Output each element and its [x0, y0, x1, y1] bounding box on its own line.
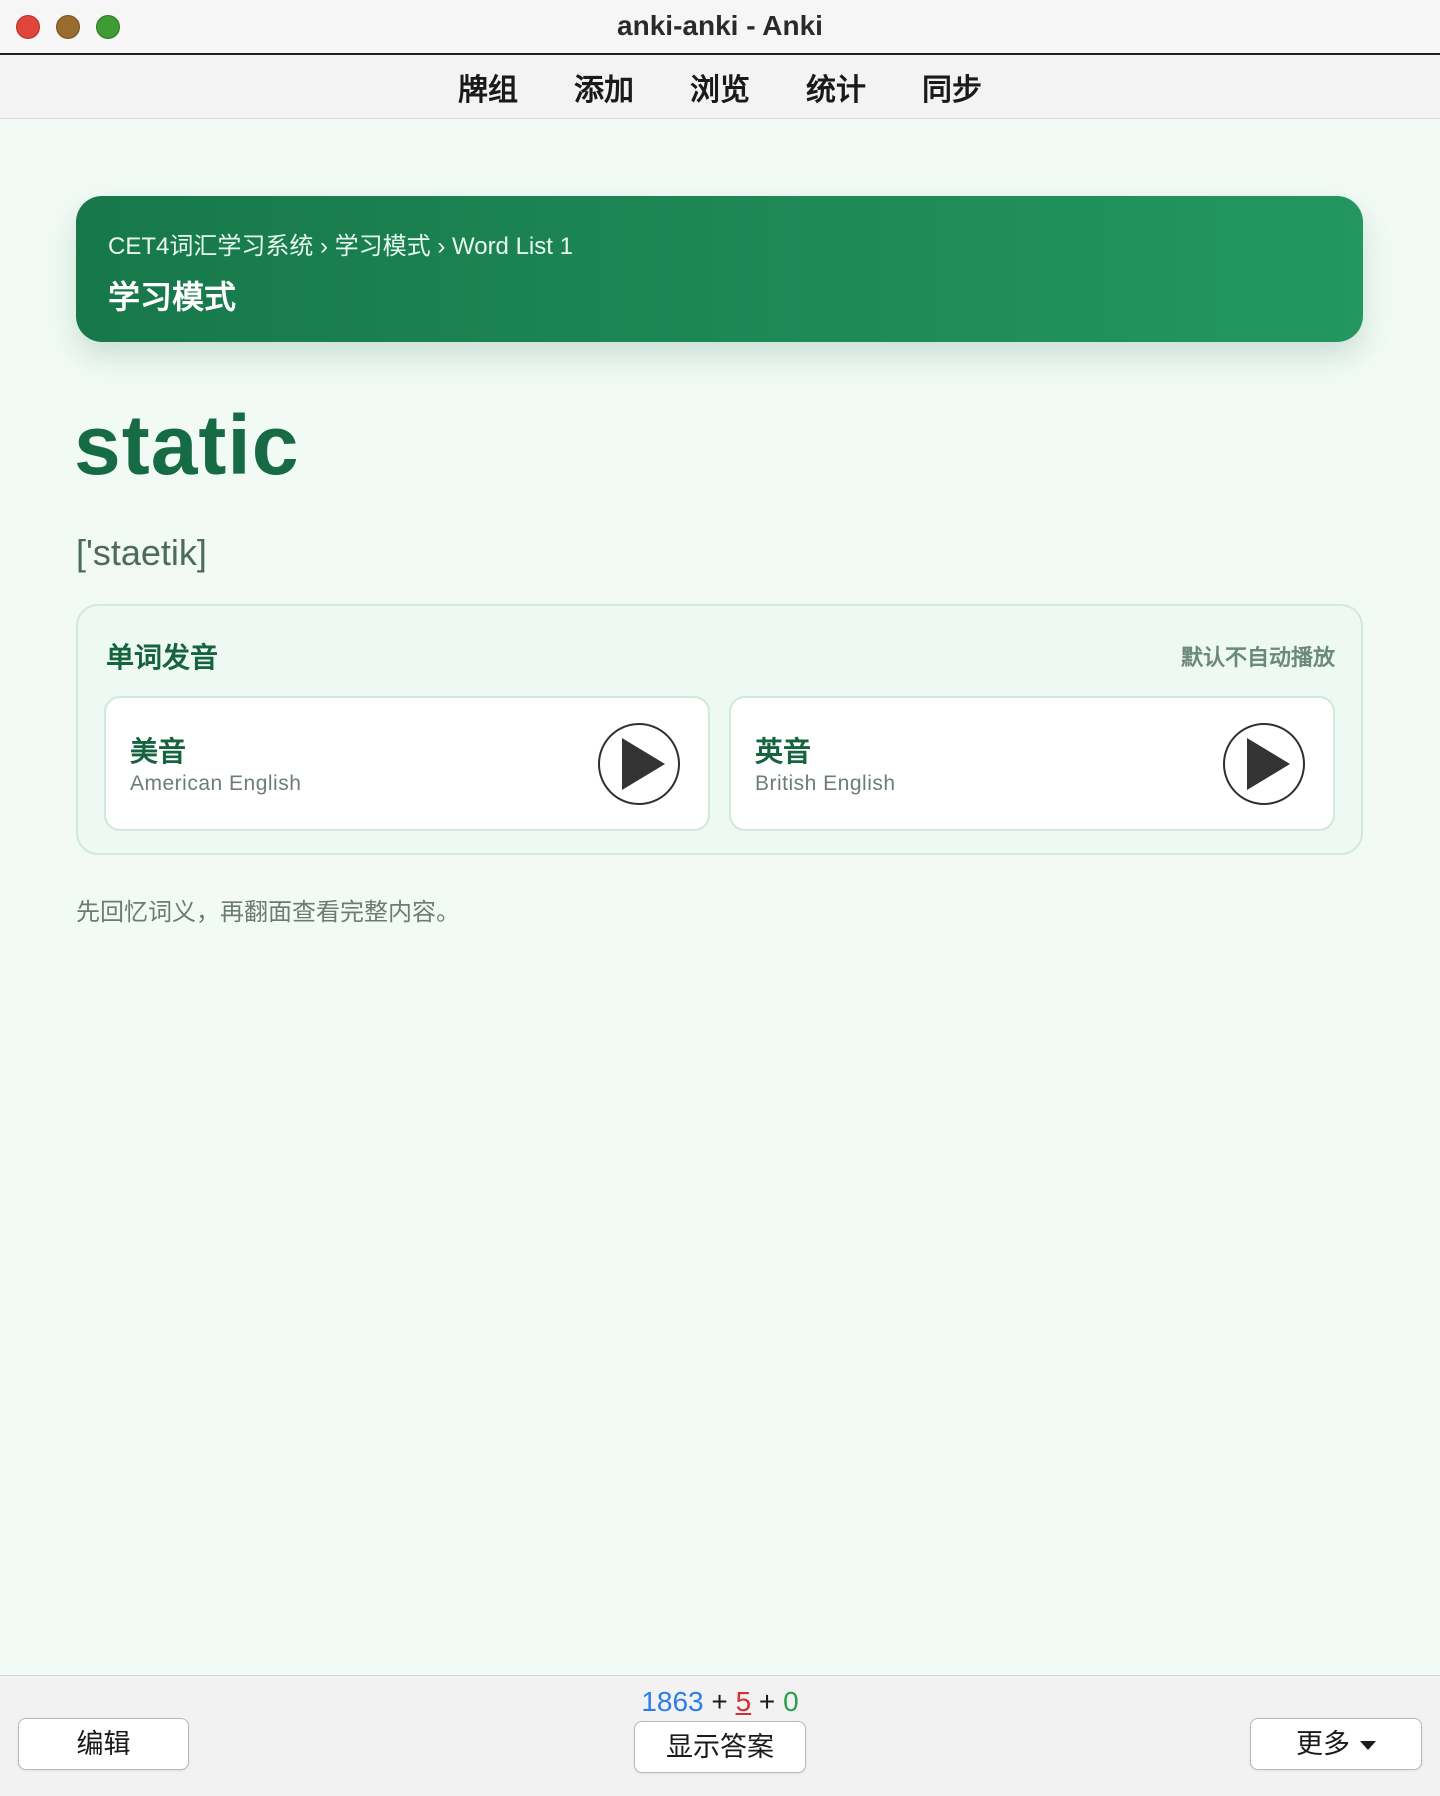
due-counts: 1863 + 5 + 0 [0, 1686, 1440, 1718]
play-icon [622, 738, 665, 790]
count-separator: + [751, 1686, 784, 1717]
main-toolbar: 牌组 添加 浏览 统计 同步 [0, 55, 1440, 119]
recall-hint: 先回忆词义，再翻面查看完整内容。 [76, 899, 460, 926]
voice-name-us: 美音 [130, 736, 187, 767]
header-banner: CET4词汇学习系统 › 学习模式 › Word List 1 学习模式 [76, 196, 1363, 342]
more-label: 更多 [1296, 1729, 1350, 1759]
voice-name-uk: 英音 [755, 736, 812, 767]
word-phonetic: ['staetik] [76, 532, 207, 573]
show-answer-button[interactable]: 显示答案 [634, 1721, 806, 1773]
card-content: CET4词汇学习系统 › 学习模式 › Word List 1 学习模式 sta… [0, 119, 1440, 1675]
nav-stats[interactable]: 统计 [806, 65, 866, 109]
pronunciation-title: 单词发音 [106, 642, 219, 673]
pronunciation-panel: 单词发音 默认不自动播放 美音 American English 英音 Brit… [76, 604, 1363, 855]
review-count: 0 [783, 1686, 799, 1717]
count-separator: + [703, 1686, 736, 1717]
new-count: 1863 [641, 1686, 704, 1717]
word-headword: static [74, 398, 300, 492]
edit-button[interactable]: 编辑 [18, 1718, 189, 1770]
anki-window: anki-anki - Anki 牌组 添加 浏览 统计 同步 CET4词汇学习… [0, 0, 1440, 1796]
window-title: anki-anki - Anki [617, 10, 823, 41]
breadcrumb: CET4词汇学习系统 › 学习模式 › Word List 1 [108, 233, 573, 260]
nav-decks[interactable]: 牌组 [458, 65, 518, 109]
nav-browse[interactable]: 浏览 [690, 65, 750, 109]
bottom-bar: 1863 + 5 + 0 编辑 显示答案 更多 [0, 1675, 1440, 1796]
play-icon [1247, 738, 1290, 790]
voice-sub-us: American English [130, 772, 302, 795]
autoplay-note: 默认不自动播放 [1180, 645, 1335, 670]
page-title: 学习模式 [108, 279, 237, 315]
nav-add[interactable]: 添加 [574, 65, 634, 109]
title-bar: anki-anki - Anki [0, 0, 1440, 55]
voice-card-uk: 英音 British English [729, 696, 1335, 831]
caret-down-icon [1360, 1741, 1376, 1751]
voice-card-us: 美音 American English [104, 696, 710, 831]
play-uk-button[interactable] [1223, 723, 1305, 805]
voice-sub-uk: British English [755, 772, 896, 795]
play-us-button[interactable] [598, 723, 680, 805]
learn-count: 5 [735, 1686, 752, 1717]
more-button[interactable]: 更多 [1250, 1718, 1422, 1770]
nav-sync[interactable]: 同步 [922, 65, 982, 109]
